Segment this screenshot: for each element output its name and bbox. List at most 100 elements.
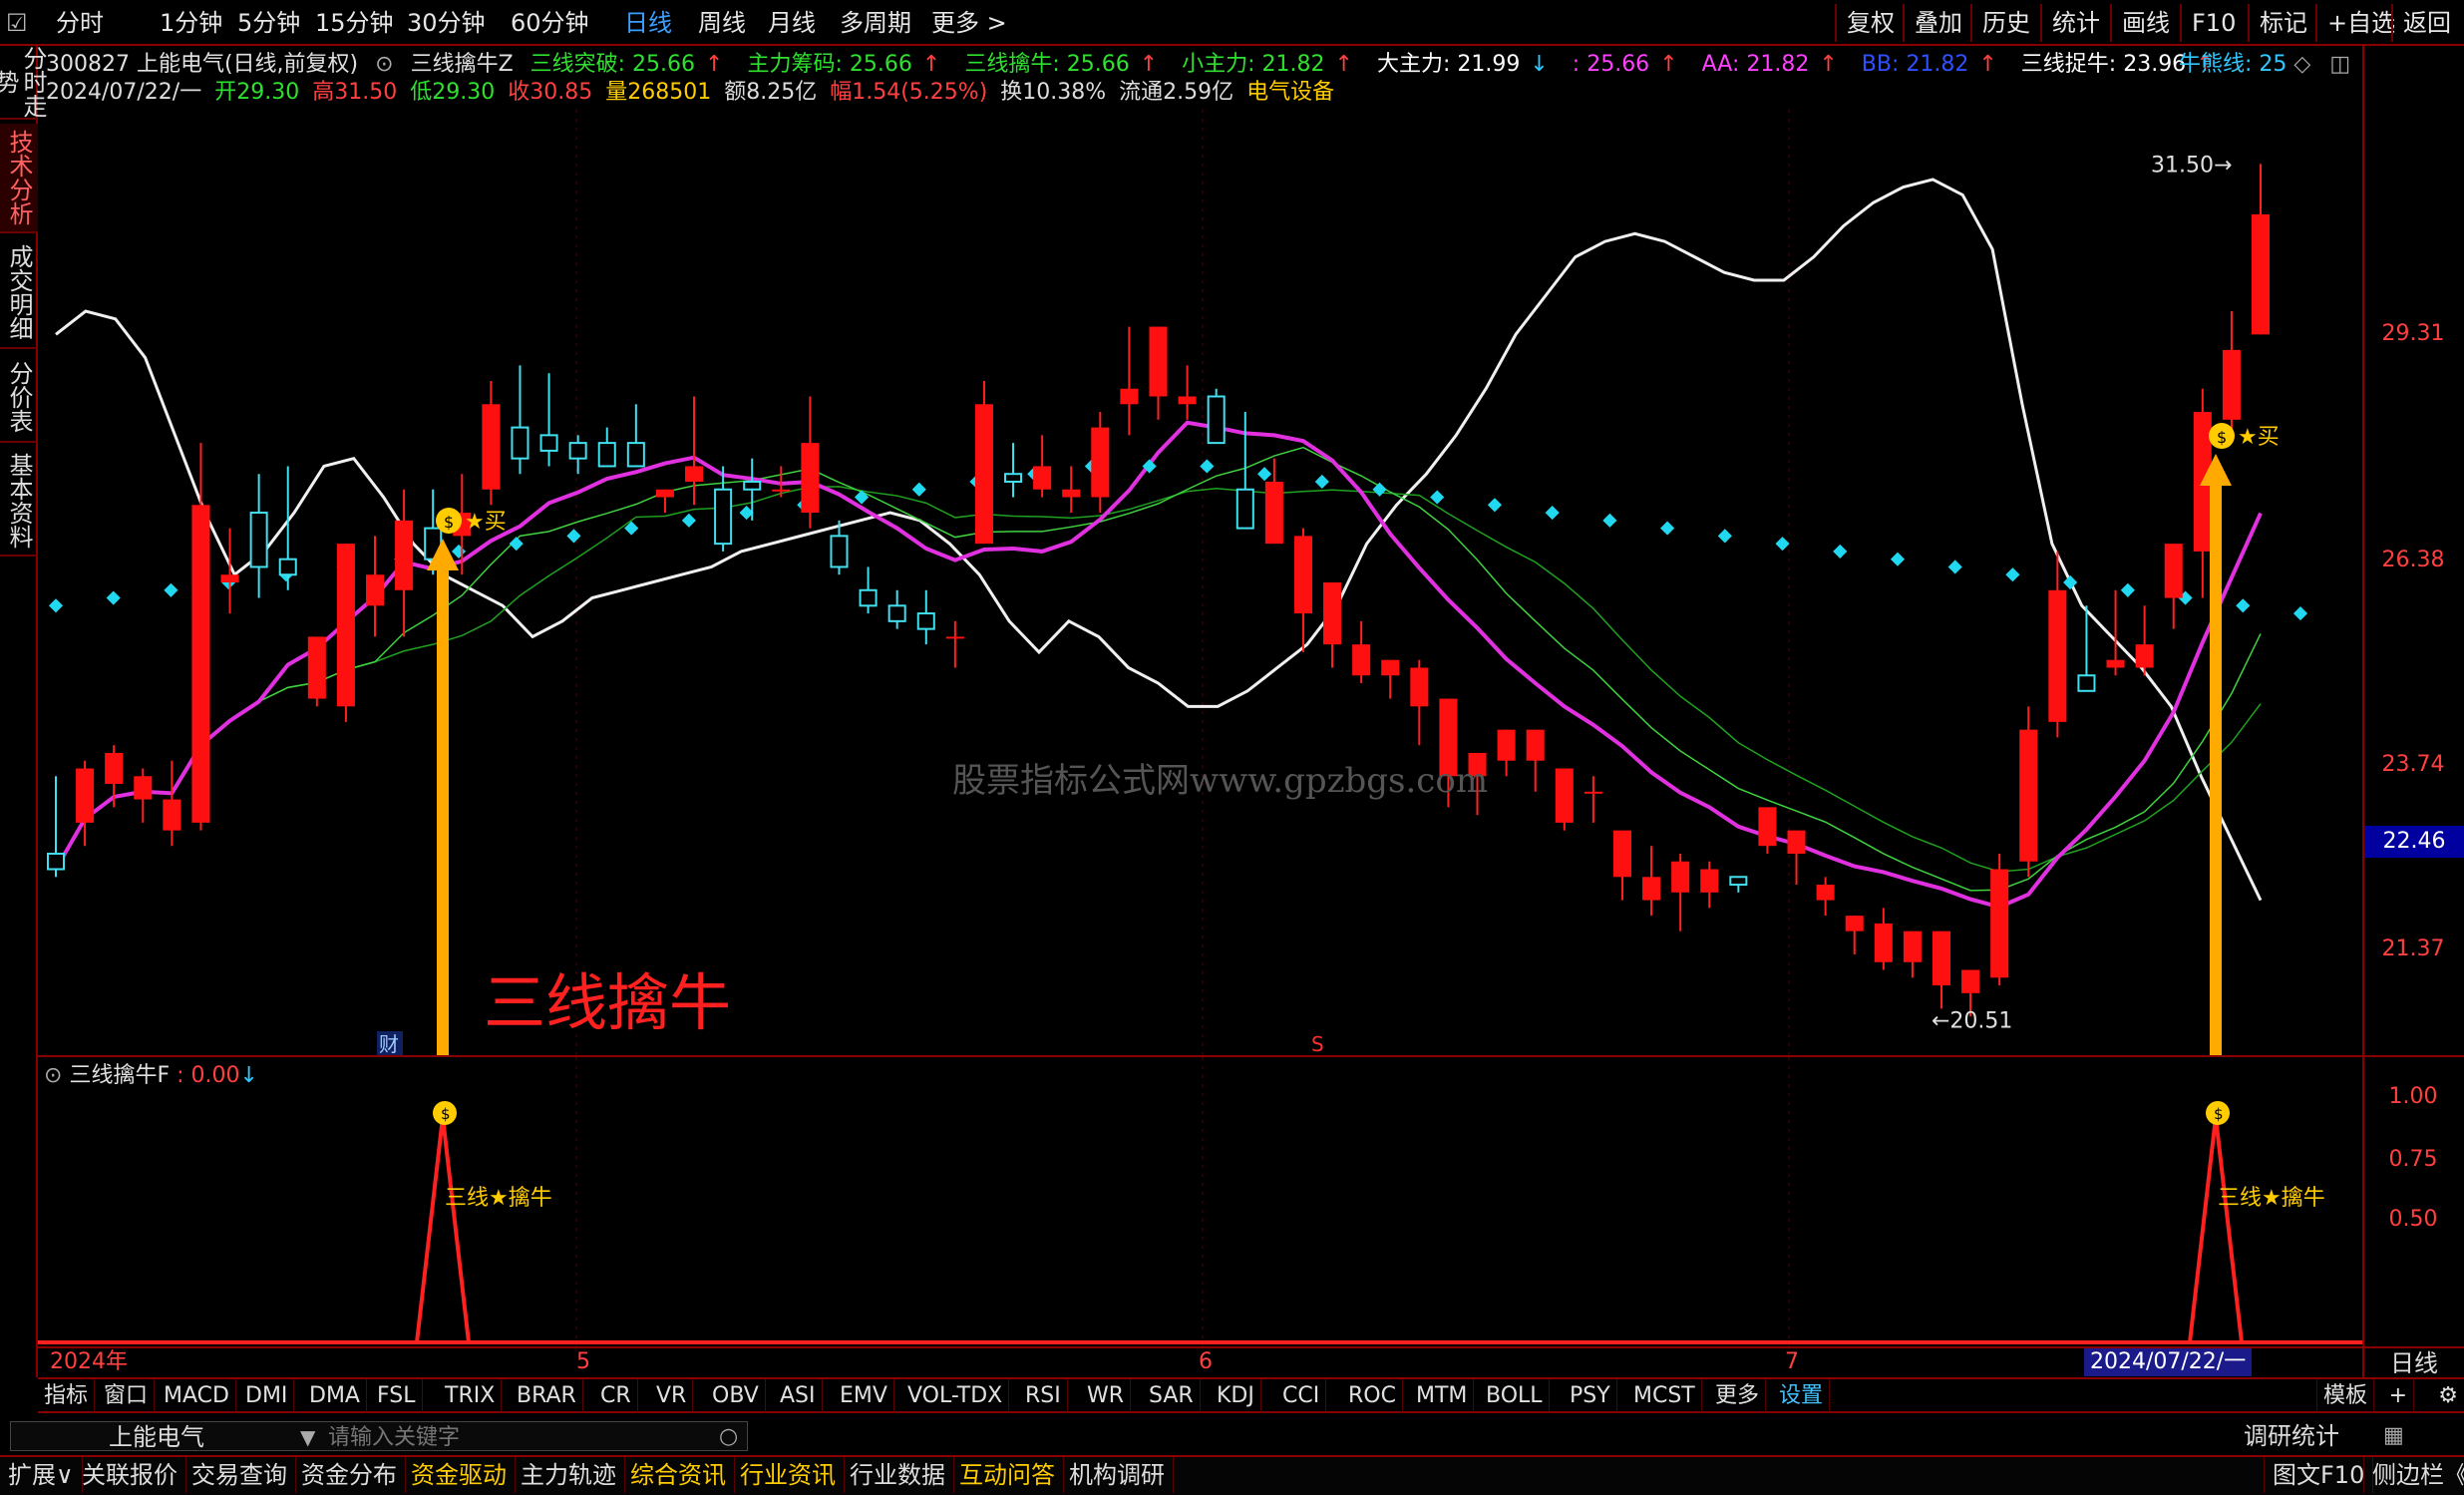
search-row: 上能电气 ▼ ○ 调研统计 ▦ <box>0 1415 2464 1455</box>
dropdown-icon[interactable]: ▼ <box>300 1422 315 1452</box>
period-tab-8[interactable]: 月线 <box>768 6 816 40</box>
indicator-tab-24[interactable]: 更多 <box>1709 1379 1767 1413</box>
period-tab-2[interactable]: 5分钟 <box>237 6 300 40</box>
indicator-tab-19[interactable]: ROC <box>1342 1379 1403 1413</box>
status-tab-1[interactable]: 关联报价 <box>74 1457 186 1493</box>
indicator-text-8: 三线捉牛: 23.96 <box>2020 52 2187 77</box>
toolbar-button-4[interactable]: 画线 <box>2110 4 2180 42</box>
axis-divider <box>2362 46 2364 1377</box>
candle-body-up <box>2019 729 2038 862</box>
period-tab-10[interactable]: 更多 > <box>931 6 1007 40</box>
time-label-0: 2024年 <box>50 1349 128 1374</box>
period-tab-6[interactable]: 日线 <box>624 6 672 40</box>
indicator-tab-14[interactable]: RSI <box>1019 1379 1068 1413</box>
indicator-tab-1[interactable]: 窗口 <box>98 1379 156 1413</box>
indicator-tab-16[interactable]: SAR <box>1143 1379 1201 1413</box>
bull-bear-dot <box>1890 552 1906 566</box>
settings-icon[interactable]: ⚙ <box>2432 1379 2464 1413</box>
indicator-tab-7[interactable]: BRAR <box>511 1379 583 1413</box>
indicator-value-3: 小主力: 21.82 ↑ <box>1182 52 1363 77</box>
collapse-icon[interactable]: ☑ <box>6 6 28 40</box>
toolbar-button-2[interactable]: 历史 <box>1970 4 2040 42</box>
indicator-tab-3[interactable]: DMI <box>239 1379 295 1413</box>
sidebar-tab-4[interactable]: 基本资料 <box>0 447 38 557</box>
sidebar-tab-1[interactable]: 技术分析 <box>0 124 38 233</box>
toolbar-button-1[interactable]: 叠加 <box>1903 4 1972 42</box>
indicator-tab-8[interactable]: CR <box>594 1379 638 1413</box>
candle-body-up <box>1497 729 1516 761</box>
indicator-tab-11[interactable]: ASI <box>774 1379 823 1413</box>
toolbar-button-0[interactable]: 复权 <box>1835 4 1905 42</box>
stock-code-name[interactable]: 300827 上能电气(日线,前复权) <box>46 52 358 77</box>
indicator-tab-13[interactable]: VOL-TDX <box>901 1379 1010 1413</box>
toolbar-button-6[interactable]: 标记 <box>2248 4 2317 42</box>
indicator-toggle-icon[interactable]: ⊙ <box>375 52 393 77</box>
search-box[interactable]: 上能电气 ▼ ○ <box>10 1421 748 1451</box>
chg-label: 幅 <box>830 80 853 105</box>
status-tab-4[interactable]: 资金驱动 <box>403 1457 516 1493</box>
indicator-tab-23[interactable]: MCST <box>1627 1379 1702 1413</box>
indicator-tab-5[interactable]: FSL <box>371 1379 423 1413</box>
status-tab-10[interactable]: 机构调研 <box>1061 1457 1174 1493</box>
status-tab-0[interactable]: 扩展∨ <box>0 1457 83 1493</box>
sidebar-tab-2[interactable]: 成交明细 <box>0 237 38 349</box>
status-tab-9[interactable]: 互动问答 <box>951 1457 1064 1493</box>
bull-bear-dot <box>164 582 178 597</box>
toolbar-button-8[interactable]: 返回 <box>2391 4 2461 42</box>
period-tab-9[interactable]: 多周期 <box>840 6 911 40</box>
indicator-tab-9[interactable]: VR <box>650 1379 694 1413</box>
status-tab-3[interactable]: 资金分布 <box>293 1457 406 1493</box>
indicator-tab-15[interactable]: WR <box>1081 1379 1132 1413</box>
indicator-tab-4[interactable]: DMA <box>303 1379 367 1413</box>
bull-bear-dot <box>911 482 926 497</box>
add-indicator-button[interactable]: + <box>2383 1379 2414 1413</box>
research-stat-label[interactable]: 调研统计 <box>2244 1421 2339 1451</box>
search-icon[interactable]: ○ <box>719 1422 738 1452</box>
period-tab-7[interactable]: 周线 <box>698 6 746 40</box>
sector-value[interactable]: 电气设备 <box>1246 80 1334 105</box>
template-button[interactable]: 模板 <box>2315 1379 2374 1413</box>
main-price-chart[interactable]: 31.50→ ←20.51 $ ★买 $ ★买财 S <box>38 110 2362 1055</box>
status-right-1[interactable]: 侧边栏《 <box>2363 1457 2464 1493</box>
status-tab-8[interactable]: 行业数据 <box>842 1457 954 1493</box>
indicator-tab-18[interactable]: CCI <box>1276 1379 1327 1413</box>
price-axis-label-0: 29.31 <box>2381 320 2445 346</box>
indicator-tab-6[interactable]: TRIX <box>439 1379 503 1413</box>
period-tab-0[interactable]: 分时 <box>56 6 104 40</box>
toolbar-button-5[interactable]: F10 <box>2180 4 2246 42</box>
watermark: 股票指标公式网www.gpzbgs.com <box>952 761 1489 801</box>
candle-body-up <box>1178 396 1197 405</box>
sidebar-tab-0[interactable]: 分时走势 <box>0 46 47 120</box>
indicator-tab-10[interactable]: OBV <box>706 1379 766 1413</box>
toolbar-button-3[interactable]: 统计 <box>2040 4 2110 42</box>
indicator-tab-17[interactable]: KDJ <box>1211 1379 1261 1413</box>
candle-body-down <box>887 604 906 622</box>
search-input[interactable] <box>328 1424 707 1450</box>
status-tab-7[interactable]: 行业资讯 <box>732 1457 845 1493</box>
indicator-tab-12[interactable]: EMV <box>834 1379 894 1413</box>
period-tab-4[interactable]: 30分钟 <box>407 6 486 40</box>
status-tab-2[interactable]: 交易查询 <box>183 1457 296 1493</box>
status-tab-6[interactable]: 综合资讯 <box>622 1457 735 1493</box>
sidebar-tab-3[interactable]: 分价表 <box>0 353 38 443</box>
indicator-tab-0[interactable]: 指标 <box>38 1379 96 1413</box>
indicator-name[interactable]: 三线擒牛Z <box>411 52 514 77</box>
sub-indicator-chart[interactable]: $ 三线★擒牛 $ 三线★擒牛 <box>38 1057 2362 1346</box>
status-tab-5[interactable]: 主力轨迹 <box>513 1457 625 1493</box>
bull-bear-label: 牛熊线: 25 ◇ ◫ <box>2179 50 2350 80</box>
period-label[interactable]: 日线 <box>2364 1346 2464 1377</box>
panel-close-icon[interactable]: ◫ <box>2329 52 2350 77</box>
indicator-tab-22[interactable]: PSY <box>1564 1379 1617 1413</box>
grid-icon[interactable]: ▦ <box>2383 1421 2404 1451</box>
period-tab-1[interactable]: 1分钟 <box>160 6 222 40</box>
bull-bear-dot <box>1372 482 1387 497</box>
indicator-tab-2[interactable]: MACD <box>158 1379 236 1413</box>
indicator-tab-21[interactable]: BOLL <box>1480 1379 1550 1413</box>
diamond-icon: ◇ <box>2293 52 2311 77</box>
indicator-tab-25[interactable]: 设置 <box>1773 1379 1831 1413</box>
indicator-tab-20[interactable]: MTM <box>1410 1379 1475 1413</box>
period-tab-5[interactable]: 60分钟 <box>511 6 589 40</box>
status-right-0[interactable]: 图文F10 <box>2264 1457 2374 1493</box>
indicator-value-5: : 25.66 ↑ <box>1573 52 1688 77</box>
period-tab-3[interactable]: 15分钟 <box>315 6 394 40</box>
